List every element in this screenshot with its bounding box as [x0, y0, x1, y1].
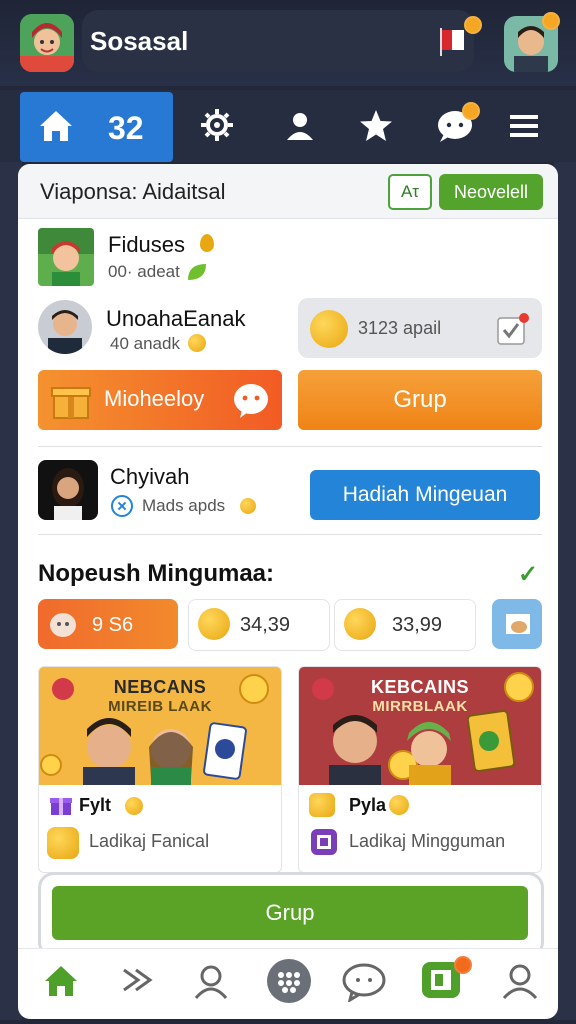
coin-badge-icon: [47, 827, 79, 859]
hadiah-button[interactable]: Hadiah Mingeuan: [310, 470, 540, 520]
promo-2-label-1: Pyla: [349, 795, 387, 815]
profile-avatar[interactable]: [20, 14, 74, 72]
card-header-title: Viaponsa: Aidaitsal: [40, 179, 226, 204]
drop-icon: [200, 234, 214, 252]
home-count: 32: [108, 110, 144, 146]
smiley-coin-icon: [310, 310, 348, 348]
grup-bottom-button[interactable]: Grup: [52, 886, 528, 940]
menu-icon[interactable]: [510, 112, 538, 145]
divider-1: [38, 446, 542, 447]
promo-banner-2: KEBCAINS MIRRBLAAK: [299, 677, 541, 715]
user-avatar-2[interactable]: [38, 300, 92, 354]
main-card: Viaponsa: Aidaitsal Aτ Neovelell Fiduses…: [18, 164, 558, 1014]
calendar-icon: [309, 827, 339, 862]
app-title: Sosasal: [90, 26, 189, 56]
divider-2: [38, 534, 542, 535]
user-avatar-3[interactable]: [38, 460, 98, 520]
promo-banner-1: NEBCANS MIREIB LAAK: [39, 677, 281, 715]
notification-dot: [464, 16, 482, 34]
coin-face-icon: [198, 608, 230, 640]
chat-face-icon: [232, 382, 270, 425]
chat-notification-dot: [462, 102, 480, 120]
apps-icon[interactable]: [266, 958, 312, 1009]
chip-1-text: 9 S6: [92, 614, 134, 636]
gift-box-icon: [49, 793, 73, 822]
coin-face-icon-2: [344, 608, 376, 640]
cookie-icon: [309, 793, 335, 817]
ai-button[interactable]: Aτ: [388, 174, 432, 210]
user-sub-2: 40 anadk: [110, 334, 180, 353]
user-name-1: Fiduses: [108, 232, 186, 257]
card-header: Viaponsa: Aidaitsal Aτ Neovelell: [18, 164, 558, 219]
section-title: Nopeush Mingumaa:: [38, 560, 275, 587]
checklist-icon[interactable]: [496, 312, 530, 351]
promo-button-label: Mioheeloy: [104, 386, 205, 411]
promo-1-label-1: Fylt: [79, 795, 112, 815]
promo-card-1[interactable]: NEBCANS MIREIB LAAK Fylt Ladikaj Fanical: [38, 666, 282, 873]
promo-card-2[interactable]: KEBCAINS MIRRBLAAK Pyla Ladikaj Mingguma…: [298, 666, 542, 873]
user-sub-3: Mads apds: [142, 496, 226, 515]
check-icon[interactable]: ✓: [518, 560, 538, 589]
promo-banner-1-line2: MIREIB LAAK: [108, 698, 212, 715]
user-icon[interactable]: [284, 110, 316, 147]
account-icon[interactable]: [500, 962, 540, 1005]
profile-icon[interactable]: [192, 962, 230, 1005]
promo-banner-2-line1: KEBCAINS: [370, 677, 469, 697]
coin-icon-3: [125, 797, 143, 815]
user-name-3: Chyivah: [110, 464, 190, 489]
settings-icon[interactable]: [200, 108, 234, 147]
news-notification-dot: [454, 956, 472, 974]
promo-banner-1-line1: NEBCANS: [113, 677, 207, 697]
grup-button[interactable]: Grup: [298, 370, 542, 430]
user-avatar-1[interactable]: [38, 228, 94, 286]
new-button[interactable]: Neovelell: [439, 174, 543, 210]
link-icon: [110, 494, 134, 523]
star-icon[interactable]: [358, 108, 394, 149]
coin-icon: [188, 334, 206, 352]
user-sub-1: 00· adeat: [108, 262, 180, 281]
share-icon[interactable]: [120, 962, 156, 1003]
gift-icon: [50, 378, 92, 425]
notification-dot-2: [542, 12, 560, 30]
promo-1-label-2: Ladikaj Fanical: [89, 831, 210, 851]
sun-coin-icon: [389, 795, 409, 815]
chip-2-text: 34,39: [240, 614, 291, 636]
user-name-2: UnoahaEanak: [106, 306, 246, 331]
ghost-icon: [48, 610, 78, 645]
shop-bird-icon: [504, 610, 532, 643]
promo-2-label-2: Ladikaj Mingguman: [349, 831, 506, 851]
chip-3-text: 33,99: [392, 614, 443, 636]
leaf-icon: [186, 262, 208, 287]
promo-banner-2-line2: MIRRBLAAK: [372, 698, 468, 715]
coin-icon-2: [240, 498, 256, 514]
stat-text: 3123 apail: [358, 318, 442, 338]
tab-home-icon[interactable]: [42, 962, 80, 1005]
chat-icon[interactable]: [342, 962, 386, 1007]
home-icon: [36, 106, 76, 151]
